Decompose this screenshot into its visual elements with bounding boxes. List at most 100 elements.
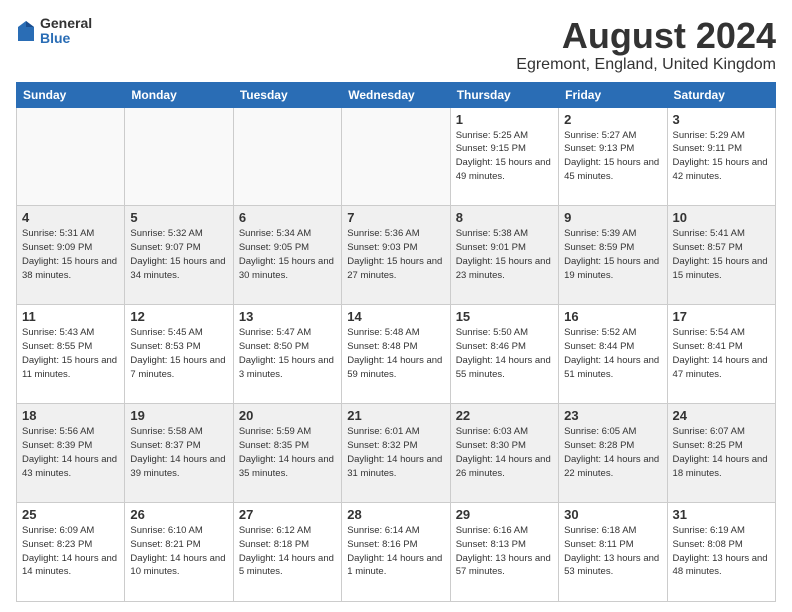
day-number: 18	[22, 408, 119, 423]
day-number: 27	[239, 507, 336, 522]
week-row-3: 11 Sunrise: 5:43 AM Sunset: 8:55 PM Dayli…	[17, 305, 776, 404]
day-cell	[125, 107, 233, 206]
day-info: Sunrise: 5:38 AM Sunset: 9:01 PM Dayligh…	[456, 227, 553, 282]
logo-general-text: General	[40, 16, 92, 31]
main-title: August 2024	[516, 16, 776, 56]
day-info: Sunrise: 6:14 AM Sunset: 8:16 PM Dayligh…	[347, 524, 444, 579]
day-info: Sunrise: 5:29 AM Sunset: 9:11 PM Dayligh…	[673, 129, 770, 184]
week-row-2: 4Sunrise: 5:31 AM Sunset: 9:09 PM Daylig…	[17, 206, 776, 305]
day-info: Sunrise: 5:50 AM Sunset: 8:46 PM Dayligh…	[456, 326, 553, 381]
page: General Blue August 2024 Egremont, Engla…	[0, 0, 792, 612]
day-number: 9	[564, 210, 661, 225]
day-cell: 1Sunrise: 5:25 AM Sunset: 9:15 PM Daylig…	[450, 107, 558, 206]
day-cell: 8Sunrise: 5:38 AM Sunset: 9:01 PM Daylig…	[450, 206, 558, 305]
day-cell: 26Sunrise: 6:10 AM Sunset: 8:21 PM Dayli…	[125, 503, 233, 602]
day-number: 25	[22, 507, 119, 522]
day-number: 1	[456, 112, 553, 127]
day-cell: 10 Sunrise: 5:41 AM Sunset: 8:57 PM Dayli…	[667, 206, 775, 305]
day-number: 30	[564, 507, 661, 522]
day-info: Sunrise: 6:19 AM Sunset: 8:08 PM Dayligh…	[673, 524, 770, 579]
day-number: 14	[347, 309, 444, 324]
day-info: Sunrise: 6:05 AM Sunset: 8:28 PM Dayligh…	[564, 425, 661, 480]
day-cell: 19 Sunrise: 5:58 AM Sunset: 8:37 PM Dayli…	[125, 404, 233, 503]
day-number: 5	[130, 210, 227, 225]
calendar-table: Sunday Monday Tuesday Wednesday Thursday…	[16, 82, 776, 602]
day-cell: 11 Sunrise: 5:43 AM Sunset: 8:55 PM Dayli…	[17, 305, 125, 404]
day-number: 11	[22, 309, 119, 324]
day-info: Sunrise: 5:32 AM Sunset: 9:07 PM Dayligh…	[130, 227, 227, 282]
col-monday: Monday	[125, 82, 233, 107]
col-wednesday: Wednesday	[342, 82, 450, 107]
day-number: 31	[673, 507, 770, 522]
day-cell: 25 Sunrise: 6:09 AM Sunset: 8:23 PM Dayli…	[17, 503, 125, 602]
day-cell: 21 Sunrise: 6:01 AM Sunset: 8:32 PM Dayli…	[342, 404, 450, 503]
day-info: Sunrise: 6:07 AM Sunset: 8:25 PM Dayligh…	[673, 425, 770, 480]
day-cell: 30 Sunrise: 6:18 AM Sunset: 8:11 PM Dayli…	[559, 503, 667, 602]
day-cell: 3 Sunrise: 5:29 AM Sunset: 9:11 PM Daylig…	[667, 107, 775, 206]
day-info: Sunrise: 6:01 AM Sunset: 8:32 PM Dayligh…	[347, 425, 444, 480]
logo: General Blue	[16, 16, 92, 47]
subtitle: Egremont, England, United Kingdom	[516, 56, 776, 74]
day-info: Sunrise: 5:27 AM Sunset: 9:13 PM Dayligh…	[564, 129, 661, 184]
day-number: 26	[130, 507, 227, 522]
day-number: 3	[673, 112, 770, 127]
week-row-5: 25 Sunrise: 6:09 AM Sunset: 8:23 PM Dayli…	[17, 503, 776, 602]
day-number: 22	[456, 408, 553, 423]
day-cell: 7 Sunrise: 5:36 AM Sunset: 9:03 PM Daylig…	[342, 206, 450, 305]
day-cell: 27 Sunrise: 6:12 AM Sunset: 8:18 PM Dayli…	[233, 503, 341, 602]
day-number: 20	[239, 408, 336, 423]
day-cell	[233, 107, 341, 206]
day-info: Sunrise: 5:58 AM Sunset: 8:37 PM Dayligh…	[130, 425, 227, 480]
day-info: Sunrise: 6:18 AM Sunset: 8:11 PM Dayligh…	[564, 524, 661, 579]
logo-text: General Blue	[40, 16, 92, 47]
day-info: Sunrise: 5:47 AM Sunset: 8:50 PM Dayligh…	[239, 326, 336, 381]
day-info: Sunrise: 6:09 AM Sunset: 8:23 PM Dayligh…	[22, 524, 119, 579]
day-info: Sunrise: 5:41 AM Sunset: 8:57 PM Dayligh…	[673, 227, 770, 282]
day-number: 24	[673, 408, 770, 423]
day-number: 21	[347, 408, 444, 423]
day-number: 10	[673, 210, 770, 225]
day-cell: 14 Sunrise: 5:48 AM Sunset: 8:48 PM Dayli…	[342, 305, 450, 404]
day-cell: 24 Sunrise: 6:07 AM Sunset: 8:25 PM Dayli…	[667, 404, 775, 503]
day-cell: 22Sunrise: 6:03 AM Sunset: 8:30 PM Dayli…	[450, 404, 558, 503]
day-number: 19	[130, 408, 227, 423]
day-cell: 12Sunrise: 5:45 AM Sunset: 8:53 PM Dayli…	[125, 305, 233, 404]
day-cell: 9Sunrise: 5:39 AM Sunset: 8:59 PM Daylig…	[559, 206, 667, 305]
day-cell: 2 Sunrise: 5:27 AM Sunset: 9:13 PM Daylig…	[559, 107, 667, 206]
col-thursday: Thursday	[450, 82, 558, 107]
day-cell: 5 Sunrise: 5:32 AM Sunset: 9:07 PM Daylig…	[125, 206, 233, 305]
day-number: 2	[564, 112, 661, 127]
col-saturday: Saturday	[667, 82, 775, 107]
day-cell: 6Sunrise: 5:34 AM Sunset: 9:05 PM Daylig…	[233, 206, 341, 305]
day-info: Sunrise: 5:59 AM Sunset: 8:35 PM Dayligh…	[239, 425, 336, 480]
day-info: Sunrise: 5:52 AM Sunset: 8:44 PM Dayligh…	[564, 326, 661, 381]
day-cell: 29Sunrise: 6:16 AM Sunset: 8:13 PM Dayli…	[450, 503, 558, 602]
day-cell: 20 Sunrise: 5:59 AM Sunset: 8:35 PM Dayli…	[233, 404, 341, 503]
day-cell: 4Sunrise: 5:31 AM Sunset: 9:09 PM Daylig…	[17, 206, 125, 305]
logo-icon	[16, 19, 36, 43]
day-info: Sunrise: 5:48 AM Sunset: 8:48 PM Dayligh…	[347, 326, 444, 381]
day-number: 29	[456, 507, 553, 522]
day-cell: 31 Sunrise: 6:19 AM Sunset: 8:08 PM Dayli…	[667, 503, 775, 602]
day-cell: 13 Sunrise: 5:47 AM Sunset: 8:50 PM Dayli…	[233, 305, 341, 404]
day-info: Sunrise: 5:43 AM Sunset: 8:55 PM Dayligh…	[22, 326, 119, 381]
day-number: 7	[347, 210, 444, 225]
calendar-header-row: Sunday Monday Tuesday Wednesday Thursday…	[17, 82, 776, 107]
title-block: August 2024 Egremont, England, United Ki…	[516, 16, 776, 74]
day-cell: 23Sunrise: 6:05 AM Sunset: 8:28 PM Dayli…	[559, 404, 667, 503]
day-info: Sunrise: 5:36 AM Sunset: 9:03 PM Dayligh…	[347, 227, 444, 282]
day-cell	[342, 107, 450, 206]
day-cell: 18Sunrise: 5:56 AM Sunset: 8:39 PM Dayli…	[17, 404, 125, 503]
col-friday: Friday	[559, 82, 667, 107]
header: General Blue August 2024 Egremont, Engla…	[16, 16, 776, 74]
day-info: Sunrise: 5:54 AM Sunset: 8:41 PM Dayligh…	[673, 326, 770, 381]
day-info: Sunrise: 5:34 AM Sunset: 9:05 PM Dayligh…	[239, 227, 336, 282]
day-number: 15	[456, 309, 553, 324]
day-number: 4	[22, 210, 119, 225]
day-info: Sunrise: 6:12 AM Sunset: 8:18 PM Dayligh…	[239, 524, 336, 579]
day-cell: 28Sunrise: 6:14 AM Sunset: 8:16 PM Dayli…	[342, 503, 450, 602]
day-number: 13	[239, 309, 336, 324]
day-info: Sunrise: 5:45 AM Sunset: 8:53 PM Dayligh…	[130, 326, 227, 381]
logo-blue-text: Blue	[40, 31, 92, 46]
day-number: 17	[673, 309, 770, 324]
